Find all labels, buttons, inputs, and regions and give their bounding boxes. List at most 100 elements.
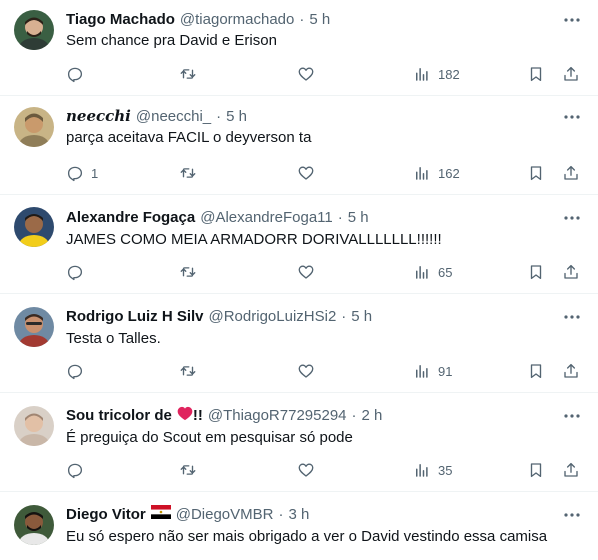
author-handle[interactable]: @DiegoVMBR (176, 506, 274, 523)
more-icon[interactable] (562, 10, 582, 30)
views-button[interactable]: 162 (413, 161, 460, 185)
reply-button[interactable] (66, 260, 91, 284)
share-button[interactable] (562, 62, 580, 86)
views-button[interactable]: 91 (413, 359, 452, 383)
tweet-text: parça aceitava FACIL o deyverson ta (66, 129, 312, 146)
reply-count: 1 (91, 165, 99, 181)
tweet-text: JAMES COMO MEIA ARMADORR DORIVALLLLLLL!!… (66, 231, 442, 248)
like-button[interactable] (297, 260, 315, 284)
timestamp[interactable]: 5 h (351, 308, 372, 325)
bookmark-button[interactable] (527, 161, 545, 185)
separator-dot: · (337, 208, 343, 226)
avatar[interactable] (14, 10, 54, 50)
more-icon[interactable] (562, 505, 582, 525)
reply-icon (66, 164, 84, 182)
author-handle[interactable]: @neecchi_ (136, 108, 211, 125)
author-handle[interactable]: @tiagormachado (180, 11, 294, 28)
tweet-item[interactable]: Alexandre Fogaça @AlexandreFoga11 · 5 h … (0, 196, 598, 294)
author-name[interactable]: Rodrigo Luiz H Silv (66, 308, 204, 325)
author-name[interactable]: Sou tricolor de !! (66, 406, 203, 425)
retweet-button[interactable] (179, 260, 197, 284)
tweet-item[interactable]: Sou tricolor de !! @ThiagoR77295294 · 2 … (0, 394, 598, 492)
more-icon[interactable] (562, 406, 582, 426)
tweet-actions: 1 162 (0, 161, 598, 185)
author-name[interactable]: Diego Vitor (66, 506, 146, 523)
heart-icon (297, 65, 315, 83)
views-icon (413, 362, 431, 380)
retweet-icon (179, 65, 197, 83)
reply-button[interactable] (66, 62, 91, 86)
views-count: 162 (438, 165, 460, 181)
reply-button[interactable] (66, 458, 91, 482)
timestamp[interactable]: 2 h (362, 407, 383, 424)
more-icon[interactable] (562, 307, 582, 327)
avatar[interactable] (14, 107, 54, 147)
share-button[interactable] (562, 260, 580, 284)
author-handle[interactable]: @AlexandreFoga11 (200, 209, 333, 226)
tweet-item[interactable]: Tiago Machado @tiagormachado · 5 h Sem c… (0, 0, 598, 96)
author-handle[interactable]: @ThiagoR77295294 (208, 407, 347, 424)
reply-button[interactable] (66, 359, 91, 383)
share-icon (562, 461, 580, 479)
timestamp[interactable]: 5 h (226, 108, 247, 125)
more-icon[interactable] (562, 107, 582, 127)
avatar[interactable] (14, 307, 54, 347)
views-icon (413, 263, 431, 281)
tweet-item[interactable]: neecchi @neecchi_ · 5 h parça aceitava F… (0, 97, 598, 195)
bookmark-icon (527, 263, 545, 281)
like-button[interactable] (297, 458, 315, 482)
like-button[interactable] (297, 62, 315, 86)
retweet-button[interactable] (179, 359, 197, 383)
bookmark-button[interactable] (527, 260, 545, 284)
author-name[interactable]: Alexandre Fogaça (66, 209, 195, 226)
heart-icon (297, 461, 315, 479)
avatar[interactable] (14, 406, 54, 446)
bookmark-button[interactable] (527, 359, 545, 383)
retweet-button[interactable] (179, 62, 197, 86)
like-button[interactable] (297, 161, 315, 185)
avatar[interactable] (14, 505, 54, 545)
share-button[interactable] (562, 458, 580, 482)
reply-icon (66, 263, 84, 281)
reply-button[interactable]: 1 (66, 161, 98, 185)
author-name[interactable]: Tiago Machado (66, 11, 175, 28)
share-button[interactable] (562, 359, 580, 383)
views-button[interactable]: 65 (413, 260, 452, 284)
retweet-icon (179, 362, 197, 380)
like-button[interactable] (297, 359, 315, 383)
timestamp[interactable]: 5 h (348, 209, 369, 226)
reply-icon (66, 65, 84, 83)
avatar[interactable] (14, 207, 54, 247)
views-button[interactable]: 182 (413, 62, 460, 86)
more-icon[interactable] (562, 208, 582, 228)
bookmark-button[interactable] (527, 62, 545, 86)
retweet-icon (179, 164, 197, 182)
timestamp[interactable]: 5 h (309, 11, 330, 28)
bookmark-icon (527, 362, 545, 380)
bookmark-button[interactable] (527, 458, 545, 482)
heart-icon (297, 362, 315, 380)
retweet-button[interactable] (179, 458, 197, 482)
tweet-item[interactable]: Rodrigo Luiz H Silv @RodrigoLuizHSi2 · 5… (0, 295, 598, 393)
reply-icon (66, 362, 84, 380)
retweet-button[interactable] (179, 161, 197, 185)
timestamp[interactable]: 3 h (289, 506, 310, 523)
tweet-actions: 35 (0, 458, 598, 482)
author-handle[interactable]: @RodrigoLuizHSi2 (209, 308, 337, 325)
views-count: 35 (438, 462, 453, 478)
reply-icon (66, 461, 84, 479)
share-icon (562, 65, 580, 83)
views-button[interactable]: 35 (413, 458, 452, 482)
views-icon (413, 65, 431, 83)
tweet-actions: 65 (0, 260, 598, 284)
share-button[interactable] (562, 161, 580, 185)
separator-dot: · (341, 307, 347, 325)
tweet-item[interactable]: Diego Vitor @DiegoVMBR · 3 h Eu só esper… (0, 493, 598, 560)
share-icon (562, 362, 580, 380)
share-icon (562, 263, 580, 281)
tweet-text: É preguiça do Scout em pesquisar só pode (66, 429, 353, 446)
tweet-text: Eu só espero não ser mais obrigado a ver… (66, 528, 548, 545)
retweet-icon (179, 263, 197, 281)
tweet-actions: 182 (0, 62, 598, 86)
author-name[interactable]: neecchi (66, 107, 131, 125)
